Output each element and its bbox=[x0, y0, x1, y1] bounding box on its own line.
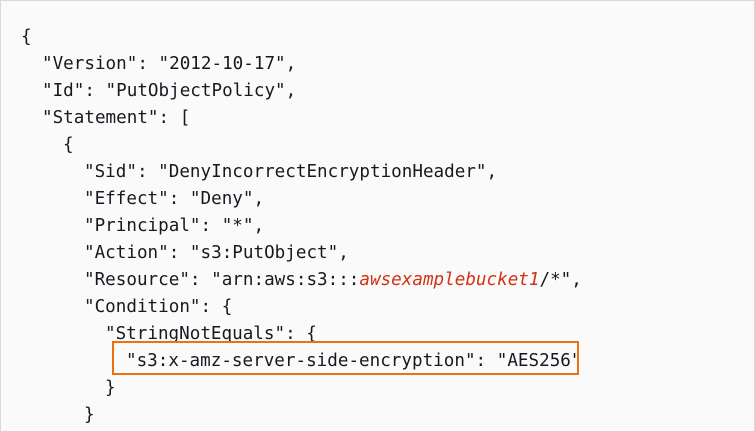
bucket-name-placeholder: awsexamplebucket1 bbox=[359, 270, 540, 290]
encryption-highlight-box bbox=[112, 341, 579, 375]
code-line-action: "Action": "s3:PutObject", bbox=[84, 243, 349, 263]
code-line-effect: "Effect": "Deny", bbox=[84, 189, 265, 209]
code-line-version: "Version": "2012-10-17", bbox=[42, 54, 297, 74]
code-line-condition: "Condition": { bbox=[84, 297, 233, 317]
code-line-principal: "Principal": "*", bbox=[84, 216, 265, 236]
code-line-resource: "Resource": "arn:aws:s3:::awsexamplebuck… bbox=[84, 268, 582, 292]
code-line-statement-open-brace: { bbox=[63, 135, 74, 155]
code-line-close-brace-inner: } bbox=[105, 378, 116, 398]
resource-prefix: "Resource": "arn:aws:s3::: bbox=[84, 270, 360, 290]
code-line-close-brace-condition: } bbox=[84, 405, 95, 425]
code-line-open-brace: { bbox=[21, 27, 32, 47]
resource-suffix: /*", bbox=[539, 270, 582, 290]
code-line-sid: "Sid": "DenyIncorrectEncryptionHeader", bbox=[84, 162, 498, 182]
code-block: { "Version": "2012-10-17", "Id": "PutObj… bbox=[0, 0, 755, 431]
code-line-id: "Id": "PutObjectPolicy", bbox=[42, 81, 297, 101]
code-line-statement: "Statement": [ bbox=[42, 108, 191, 128]
